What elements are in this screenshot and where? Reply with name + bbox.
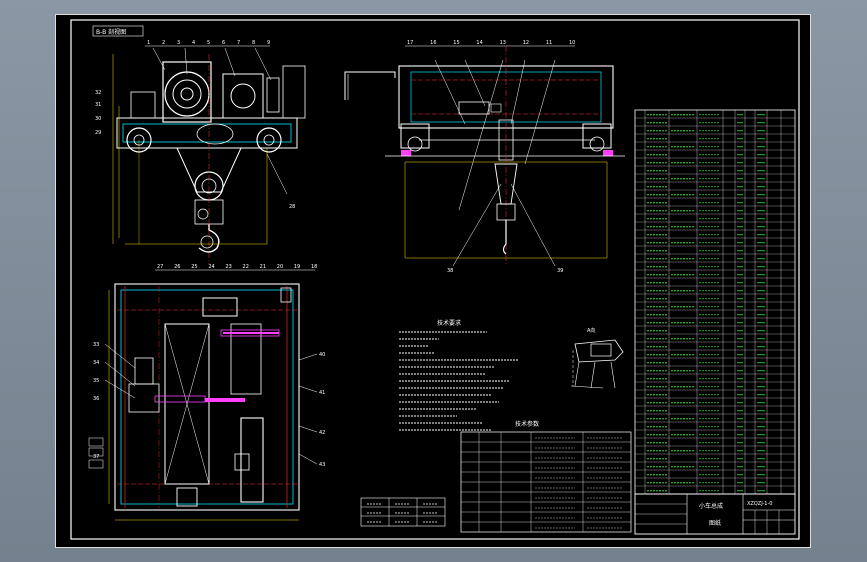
- part-number-label: 6: [222, 40, 225, 46]
- title-block-name: 小车总成: [699, 502, 723, 510]
- part-number-label: 26: [174, 264, 180, 270]
- technical-requirements: 技术要求: [399, 319, 519, 431]
- title-block-label: 图纸: [709, 519, 721, 527]
- spec-table-title: 技术参数: [515, 420, 539, 428]
- part-number-label: 22: [243, 264, 249, 270]
- svg-text:41: 41: [319, 390, 325, 396]
- part-number-label: 1: [147, 40, 150, 46]
- part-number-label: 21: [260, 264, 266, 270]
- detail-callout: A向: [587, 327, 595, 334]
- load-table: [360, 497, 446, 527]
- svg-text:42: 42: [319, 430, 325, 436]
- spec-table-grid: [461, 432, 631, 532]
- svg-text:32: 32: [95, 90, 101, 96]
- inner-border: [70, 19, 800, 540]
- load-table-cells: [367, 503, 437, 523]
- part-number-label: 10: [569, 40, 575, 46]
- cad-viewport[interactable]: B-B 剖视图 123456789 28 32 31 30 29 17 16 1…: [0, 0, 867, 562]
- part-number-label: 7: [237, 40, 240, 46]
- part-number-row-top-right: 17 16 15 14 13 12 11 10: [407, 40, 575, 46]
- part-number-label: 5: [207, 40, 210, 46]
- part-number-row-plan: 27 26 25 24 23 22 21 20 19 18: [157, 264, 317, 270]
- part-number-label: 23: [225, 264, 231, 270]
- part-number-label: 19: [294, 264, 300, 270]
- view-title: B-B 剖视图: [96, 28, 126, 36]
- parts-list-grid: [635, 110, 795, 494]
- part-number-label: 25: [191, 264, 197, 270]
- parts-list: [634, 109, 796, 495]
- part-number-label: 11: [546, 40, 552, 46]
- drawing-canvas: B-B 剖视图 123456789 28 32 31 30 29 17 16 1…: [55, 14, 811, 548]
- svg-text:39: 39: [557, 268, 563, 274]
- svg-text:37: 37: [93, 454, 99, 460]
- part-number-row-top-left: 1 2 3 4 5 6 7 8 9: [147, 40, 270, 46]
- part-number-label: 13: [500, 40, 506, 46]
- outer-border: [55, 14, 811, 548]
- svg-text:35: 35: [93, 378, 99, 384]
- part-number-label: 12: [523, 40, 529, 46]
- front-view: B-B 剖视图 1 2 3 4 5 6 7 8 9 28 32 31 30 29: [92, 25, 306, 264]
- detail-view: A向: [570, 327, 624, 389]
- part-number-label: 14: [476, 40, 482, 46]
- part-number-label: 4: [192, 40, 195, 46]
- drawing-sheet: B-B 剖视图 123456789 28 32 31 30 29 17 16 1…: [55, 14, 811, 548]
- title-block-code: XZQZJ-1-0: [747, 501, 772, 507]
- part-number-label: 16: [430, 40, 436, 46]
- title-block: 小车总成 图纸 XZQZJ-1-0: [634, 493, 796, 535]
- part-number-label: 2: [162, 40, 165, 46]
- svg-text:38: 38: [447, 268, 453, 274]
- spec-table: 技术参数: [460, 420, 632, 533]
- part-number-label: 15: [453, 40, 459, 46]
- svg-text:28: 28: [289, 204, 295, 210]
- part-number-label: 3: [177, 40, 180, 46]
- svg-text:29: 29: [95, 130, 101, 136]
- part-number-label: 8: [252, 40, 255, 46]
- part-number-label: 18: [311, 264, 317, 270]
- tech-req-title: 技术要求: [437, 319, 461, 327]
- plan-view: 27 26 25 24 23 22 21 20 19 18 40 41 42 4…: [88, 264, 325, 521]
- svg-text:36: 36: [93, 396, 99, 402]
- part-number-label: 24: [208, 264, 214, 270]
- side-view: 17 16 15 14 13 12 11 10 38 39: [344, 40, 625, 274]
- svg-text:40: 40: [319, 352, 325, 358]
- svg-text:33: 33: [93, 342, 99, 348]
- part-number-label: 17: [407, 40, 413, 46]
- tech-req-lines: [399, 331, 519, 431]
- part-number-label: 20: [277, 264, 283, 270]
- part-number-label: 27: [157, 264, 163, 270]
- part-number-label: 9: [267, 40, 270, 46]
- svg-text:31: 31: [95, 102, 101, 108]
- svg-text:43: 43: [319, 462, 325, 468]
- svg-text:34: 34: [93, 360, 99, 366]
- svg-text:30: 30: [95, 116, 101, 122]
